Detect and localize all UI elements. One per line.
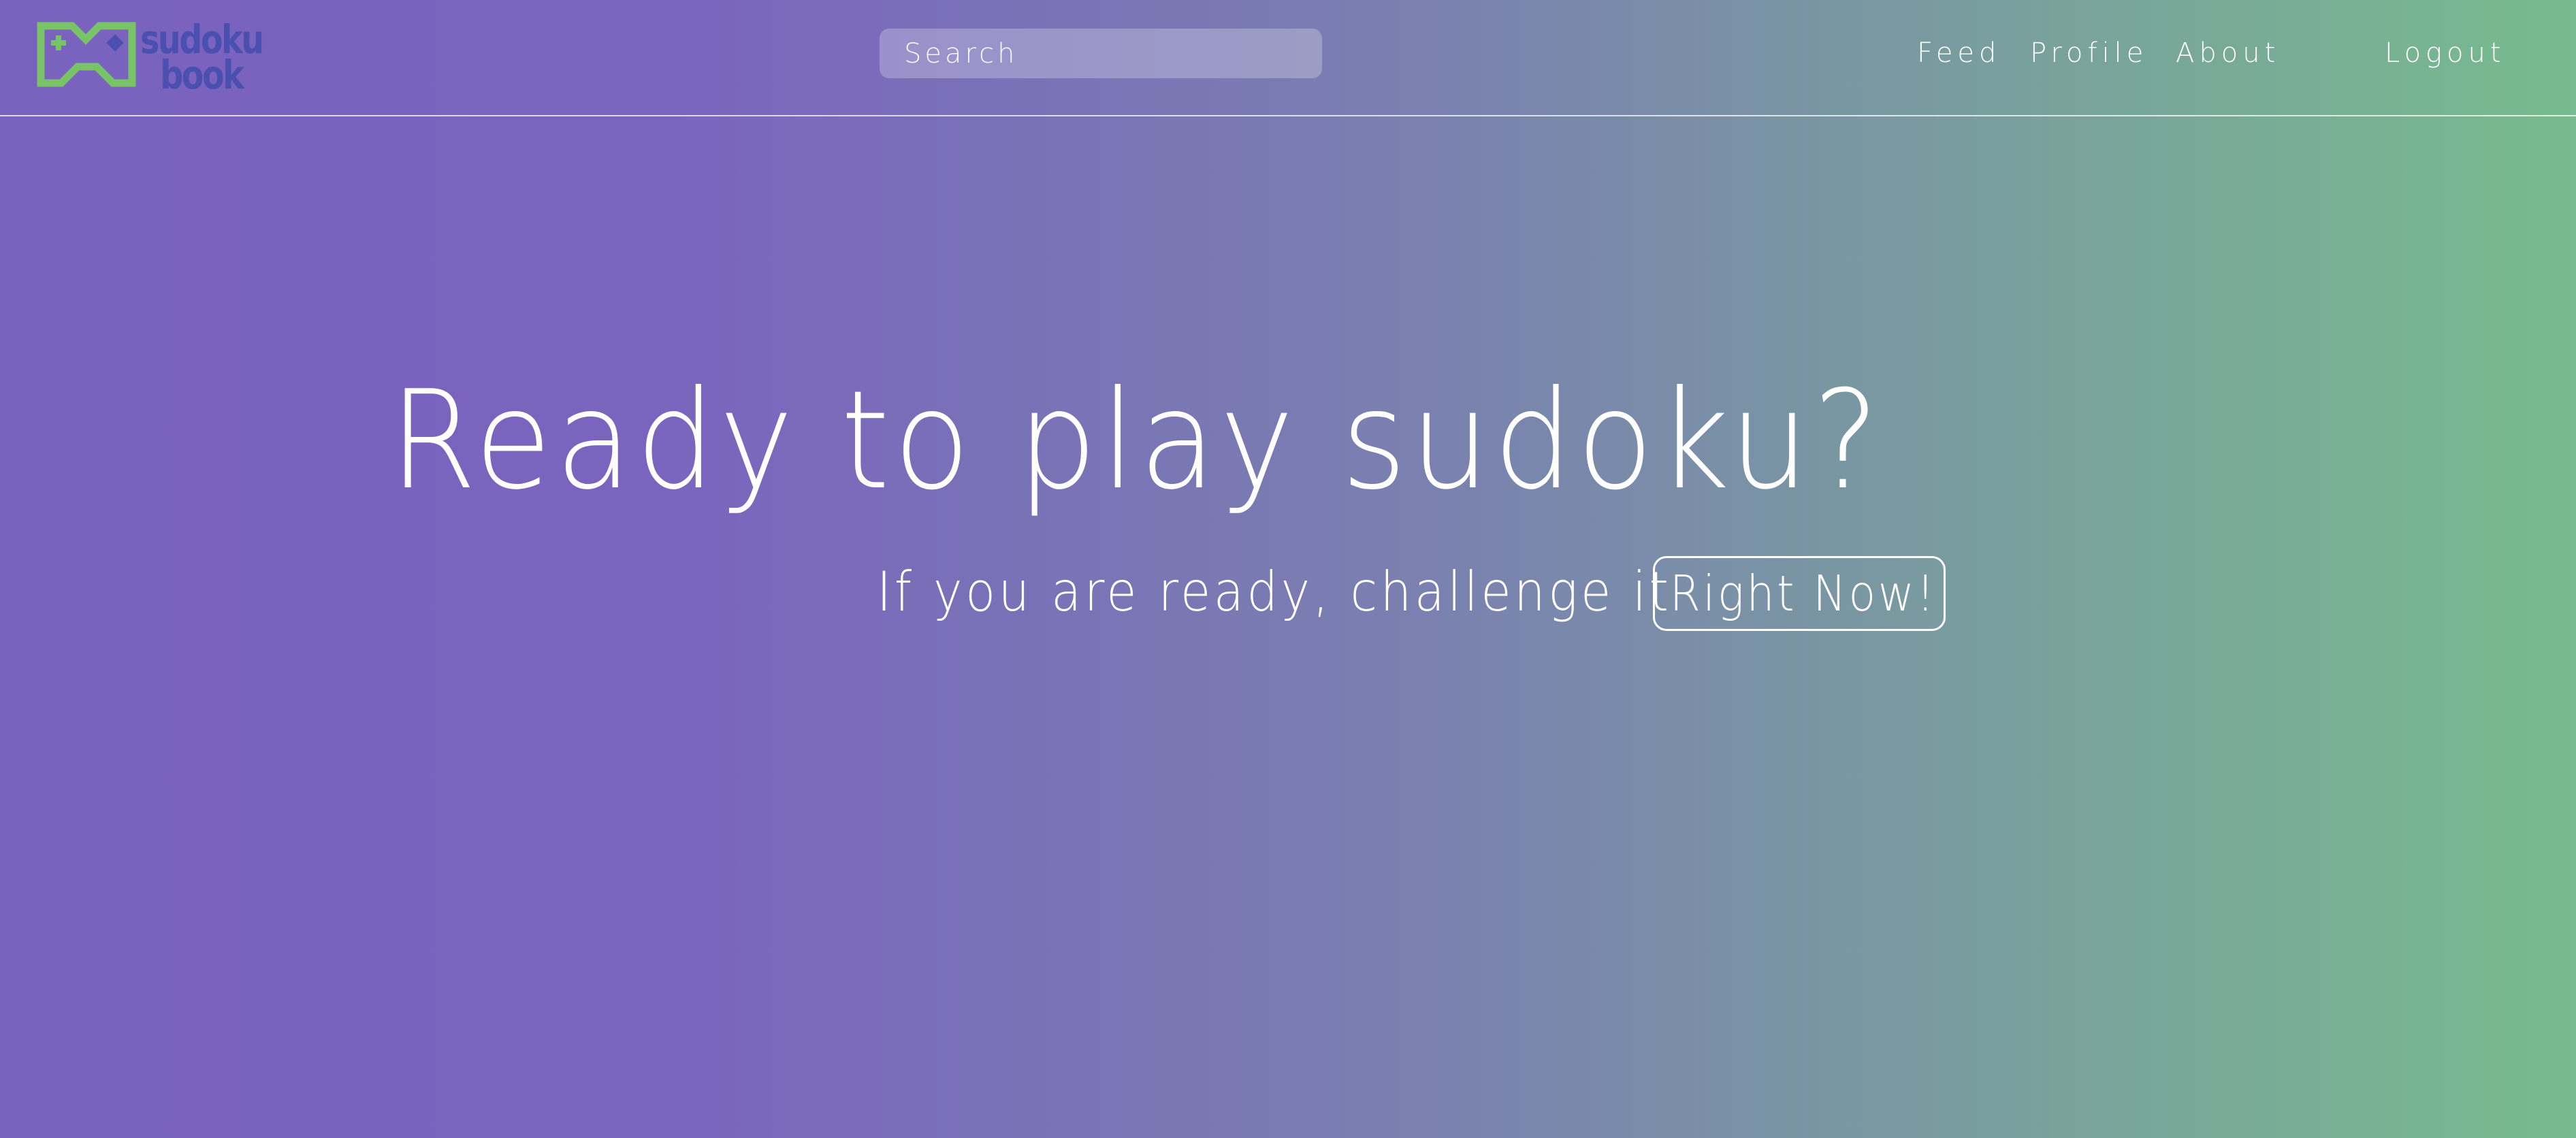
top-nav: sudoku book Feed Profile About Logout <box>0 0 2576 116</box>
nav-link-logout[interactable]: Logout <box>2385 35 2506 71</box>
right-now-button-label: Right Now! <box>1669 565 1937 622</box>
search-input[interactable] <box>880 29 1322 78</box>
site-logo[interactable]: sudoku book <box>33 20 264 95</box>
nav-link-feed[interactable]: Feed <box>1917 35 2001 71</box>
gamepad-icon <box>37 22 136 87</box>
right-now-button[interactable]: Right Now! <box>1653 556 1946 631</box>
hero-subtitle: If you are ready, challenge it <box>877 560 1672 623</box>
nav-link-about[interactable]: About <box>2176 35 2280 71</box>
nav-link-profile[interactable]: Profile <box>2030 35 2148 71</box>
logo-wordmark: sudoku book <box>140 20 264 95</box>
hero-title: Ready to play sudoku? <box>389 361 1883 520</box>
